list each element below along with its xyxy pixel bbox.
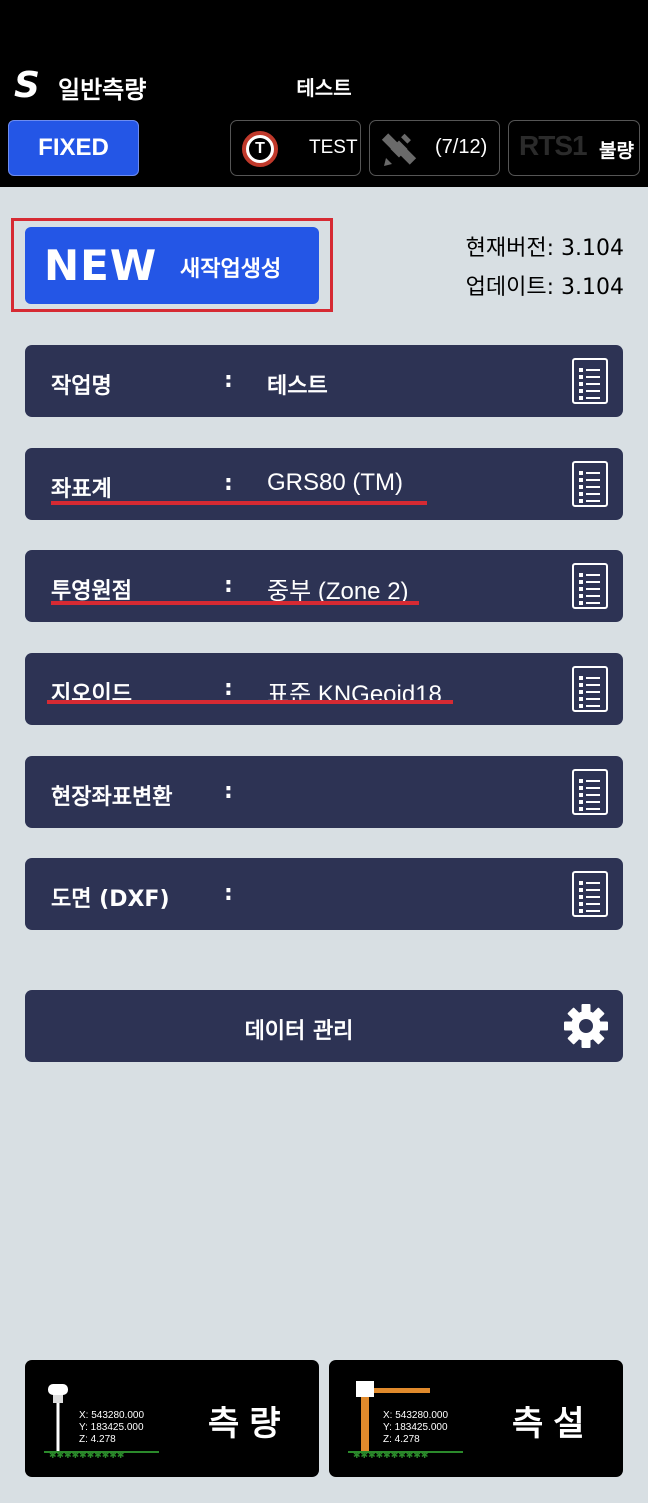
red-underline xyxy=(51,501,427,505)
measure-button[interactable]: ✱✱✱✱✱✱✱✱✱✱ X: 543280.000 Y: 183425.000 Z… xyxy=(25,1360,319,1477)
satellite-status-button[interactable]: (7/12) xyxy=(369,120,500,176)
list-icon[interactable] xyxy=(572,769,608,815)
fix-status-button[interactable]: FIXED xyxy=(8,120,139,176)
row-colon: : xyxy=(224,573,233,598)
list-icon[interactable] xyxy=(572,666,608,712)
row-drawing-dxf[interactable]: 도면 (DXF) : xyxy=(25,858,623,930)
gps-rover-icon: ✱✱✱✱✱✱✱✱✱✱ X: 543280.000 Y: 183425.000 Z… xyxy=(44,1384,159,1458)
row-label: 도면 (DXF) xyxy=(51,887,170,912)
svg-text:✱✱✱✱✱✱✱✱✱✱: ✱✱✱✱✱✱✱✱✱✱ xyxy=(353,1451,428,1458)
coord-z: Z: 4.278 xyxy=(79,1434,116,1445)
coord-y: Y: 183425.000 xyxy=(79,1422,144,1433)
new-word: NEW xyxy=(44,241,158,290)
app-header: S 일반측량 테스트 FIXED T TEST (7/12) RTS1 불량 xyxy=(0,56,648,187)
row-colon: : xyxy=(224,471,233,496)
row-coordinate-system[interactable]: 좌표계 : GRS80 (TM) xyxy=(25,448,623,520)
row-colon: : xyxy=(224,368,233,393)
new-job-label: 새작업생성 xyxy=(180,257,282,282)
list-icon[interactable] xyxy=(572,461,608,507)
test-status-label: TEST xyxy=(309,137,358,158)
update-version: 업데이트: 3.104 xyxy=(465,275,624,300)
coord-y: Y: 183425.000 xyxy=(383,1422,448,1433)
stakeout-button[interactable]: ✱✱✱✱✱✱✱✱✱✱ X: 543280.000 Y: 183425.000 Z… xyxy=(329,1360,623,1477)
row-colon: : xyxy=(224,881,233,906)
stakeout-label: 측설 xyxy=(512,1404,595,1444)
system-status-bar xyxy=(0,0,648,56)
rts-status-button[interactable]: RTS1 불량 xyxy=(508,120,640,176)
row-value: 테스트 xyxy=(267,374,328,399)
list-icon[interactable] xyxy=(572,563,608,609)
current-version: 현재버전: 3.104 xyxy=(465,236,624,261)
row-label: 현장좌표변환 xyxy=(51,785,173,810)
rts-status-value: 불량 xyxy=(599,140,634,162)
coord-x: X: 543280.000 xyxy=(79,1410,144,1421)
data-management-label: 데이터 관리 xyxy=(244,1019,354,1044)
list-icon[interactable] xyxy=(572,358,608,404)
row-colon: : xyxy=(224,779,233,804)
row-site-transform[interactable]: 현장좌표변환 : xyxy=(25,756,623,828)
test-status-button[interactable]: T TEST xyxy=(230,120,361,176)
row-label: 작업명 xyxy=(51,374,112,399)
row-geoid[interactable]: 지오이드 : 표준 KNGeoid18 xyxy=(25,653,623,725)
new-job-button[interactable]: NEW 새작업생성 xyxy=(25,227,319,304)
row-label: 좌표계 xyxy=(51,477,112,502)
row-value: GRS80 (TM) xyxy=(267,469,404,496)
red-underline xyxy=(51,601,419,605)
svg-text:✱✱✱✱✱✱✱✱✱✱: ✱✱✱✱✱✱✱✱✱✱ xyxy=(49,1451,124,1458)
gear-icon xyxy=(564,1004,608,1048)
red-underline xyxy=(47,700,453,704)
list-icon[interactable] xyxy=(572,871,608,917)
row-projection-origin[interactable]: 투영원점 : 중부 (Zone 2) xyxy=(25,550,623,622)
coord-x: X: 543280.000 xyxy=(383,1410,448,1421)
stakeout-icon: ✱✱✱✱✱✱✱✱✱✱ X: 543280.000 Y: 183425.000 Z… xyxy=(348,1381,463,1458)
measure-label: 측량 xyxy=(208,1404,291,1444)
t-badge-icon: T xyxy=(242,131,278,167)
row-job-name[interactable]: 작업명 : 테스트 xyxy=(25,345,623,417)
coord-z: Z: 4.278 xyxy=(383,1434,420,1445)
project-title: 테스트 xyxy=(296,76,352,100)
satellite-icon xyxy=(381,133,417,166)
rts-label: RTS1 xyxy=(519,130,588,161)
satellite-count: (7/12) xyxy=(435,136,488,158)
row-colon: : xyxy=(224,676,233,701)
data-management-button[interactable]: 데이터 관리 xyxy=(25,990,623,1062)
